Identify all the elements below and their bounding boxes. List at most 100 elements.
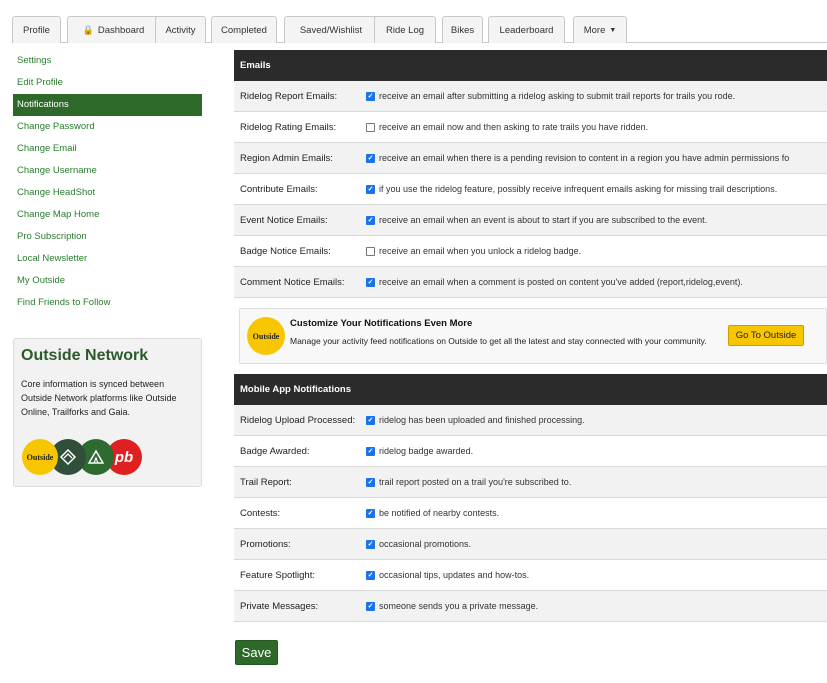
setting-description: someone sends you a private message. (379, 601, 539, 611)
network-logos: Outside pb (22, 439, 142, 475)
logo-label: Outside (26, 452, 54, 462)
setting-description: occasional promotions. (379, 539, 472, 549)
setting-description: receive an email when an event is about … (379, 215, 708, 225)
sidebar-item-local-newsletter[interactable]: Local Newsletter (13, 248, 202, 270)
tab-more[interactable]: More ▼ (573, 16, 627, 43)
network-title: Outside Network (21, 347, 149, 364)
tab-label: Ride Log (385, 24, 425, 36)
sidebar-item-my-outside[interactable]: My Outside (13, 270, 202, 292)
setting-label: Ridelog Rating Emails: (240, 121, 337, 133)
setting-label: Feature Spotlight: (240, 569, 315, 581)
caret-down-icon: ▼ (609, 26, 617, 34)
setting-description: receive an email when a comment is poste… (379, 277, 743, 287)
setting-label: Contests: (240, 507, 281, 519)
badge-awarded-checkbox[interactable] (366, 446, 375, 456)
setting-description: trail report posted on a trail you're su… (379, 477, 572, 487)
feature-spotlight-checkbox[interactable] (366, 570, 375, 580)
table-row: Contests: be notified of nearby contests… (234, 498, 827, 529)
tab-leaderboard[interactable]: Leaderboard (488, 16, 565, 43)
emails-header: Emails (234, 50, 827, 81)
outside-network-box: Outside Network Core information is sync… (13, 338, 202, 487)
setting-label: Trail Report: (240, 476, 292, 488)
tab-bikes[interactable]: Bikes (442, 16, 483, 43)
email-settings-list: Ridelog Report Emails: receive an email … (234, 81, 827, 298)
tab-label: Dashboard (97, 24, 145, 36)
trail-report-checkbox[interactable] (366, 477, 375, 487)
mobile-settings-list: Ridelog Upload Processed: ridelog has be… (234, 405, 827, 622)
setting-label: Contribute Emails: (240, 183, 318, 195)
tab-profile[interactable]: Profile (12, 16, 61, 43)
contests-checkbox[interactable] (366, 508, 375, 518)
sidebar-item-pro-subscription[interactable]: Pro Subscription (13, 226, 202, 248)
network-description: Core information is synced between Outsi… (21, 379, 177, 417)
region-admin-checkbox[interactable] (366, 153, 375, 163)
sidebar-item-find-friends[interactable]: Find Friends to Follow (13, 292, 202, 314)
setting-description: receive an email after submitting a ride… (379, 91, 736, 101)
sidebar-item-edit-profile[interactable]: Edit Profile (13, 72, 202, 94)
setting-description: occasional tips, updates and how-tos. (379, 570, 530, 580)
setting-description: receive an email now and then asking to … (379, 122, 649, 132)
table-row: Private Messages: someone sends you a pr… (234, 591, 827, 622)
table-row: Ridelog Rating Emails: receive an email … (234, 112, 827, 143)
setting-description: receive an email when there is a pending… (379, 153, 790, 163)
sidebar-item-change-map-home[interactable]: Change Map Home (13, 204, 202, 226)
mobile-notifications-header: Mobile App Notifications (234, 374, 827, 405)
setting-label: Badge Awarded: (240, 445, 310, 457)
table-row: Feature Spotlight: occasional tips, upda… (234, 560, 827, 591)
setting-label: Private Messages: (240, 600, 319, 612)
tab-label: More (583, 24, 606, 36)
setting-label: Event Notice Emails: (240, 214, 328, 226)
comment-notice-checkbox[interactable] (366, 277, 375, 287)
tab-label: Profile (23, 24, 50, 36)
ridelog-upload-checkbox[interactable] (366, 415, 375, 425)
setting-label: Ridelog Upload Processed: (240, 414, 356, 426)
badge-notice-checkbox[interactable] (366, 246, 375, 256)
table-row: Ridelog Upload Processed: ridelog has be… (234, 405, 827, 436)
setting-description: ridelog has been uploaded and finished p… (379, 415, 585, 425)
tab-dashboard[interactable]: 🔒 Dashboard (67, 16, 160, 43)
go-to-outside-button[interactable]: Go To Outside (728, 325, 804, 346)
tab-label: Bikes (450, 24, 475, 36)
setting-description: be notified of nearby contests. (379, 508, 500, 518)
tab-label: Saved/Wishlist (299, 24, 363, 36)
setting-description: ridelog badge awarded. (379, 446, 474, 456)
tab-activity[interactable]: Activity (155, 16, 206, 43)
tab-saved-wishlist[interactable]: Saved/Wishlist (284, 16, 378, 43)
sidebar-menu: Settings Edit Profile Notifications Chan… (13, 50, 202, 314)
ridelog-rating-checkbox[interactable] (366, 122, 375, 132)
logo-label: pb (114, 448, 134, 466)
setting-label: Badge Notice Emails: (240, 245, 331, 257)
save-button[interactable]: Save (235, 640, 278, 665)
setting-label: Comment Notice Emails: (240, 276, 345, 288)
contribute-checkbox[interactable] (366, 184, 375, 194)
promo-title: Customize Your Notifications Even More (290, 318, 473, 329)
table-row: Badge Awarded: ridelog badge awarded. (234, 436, 827, 467)
outside-logo-icon: Outside (22, 439, 58, 475)
table-row: Comment Notice Emails: receive an email … (234, 267, 827, 298)
notifications-panel: Emails Ridelog Report Emails: receive an… (234, 50, 827, 622)
table-row: Trail Report: trail report posted on a t… (234, 467, 827, 498)
private-messages-checkbox[interactable] (366, 601, 375, 611)
event-notice-checkbox[interactable] (366, 215, 375, 225)
setting-label: Region Admin Emails: (240, 152, 333, 164)
tab-label: Completed (221, 24, 267, 36)
setting-description: if you use the ridelog feature, possibly… (379, 184, 778, 194)
sidebar-item-change-password[interactable]: Change Password (13, 116, 202, 138)
setting-label: Ridelog Report Emails: (240, 90, 338, 102)
sidebar-item-change-username[interactable]: Change Username (13, 160, 202, 182)
tab-completed[interactable]: Completed (211, 16, 277, 43)
promotions-checkbox[interactable] (366, 539, 375, 549)
sidebar-item-change-email[interactable]: Change Email (13, 138, 202, 160)
setting-description: receive an email when you unlock a ridel… (379, 246, 582, 256)
setting-label: Promotions: (240, 538, 291, 550)
sidebar-item-notifications[interactable]: Notifications (13, 94, 202, 116)
sidebar-item-settings[interactable]: Settings (13, 50, 202, 72)
outside-promo-banner: Outside Customize Your Notifications Eve… (239, 308, 827, 364)
ridelog-report-checkbox[interactable] (366, 91, 375, 101)
table-row: Contribute Emails: if you use the ridelo… (234, 174, 827, 205)
tab-ride-log[interactable]: Ride Log (374, 16, 436, 43)
table-row: Badge Notice Emails: receive an email wh… (234, 236, 827, 267)
sidebar-item-change-headshot[interactable]: Change HeadShot (13, 182, 202, 204)
table-row: Ridelog Report Emails: receive an email … (234, 81, 827, 112)
table-row: Event Notice Emails: receive an email wh… (234, 205, 827, 236)
